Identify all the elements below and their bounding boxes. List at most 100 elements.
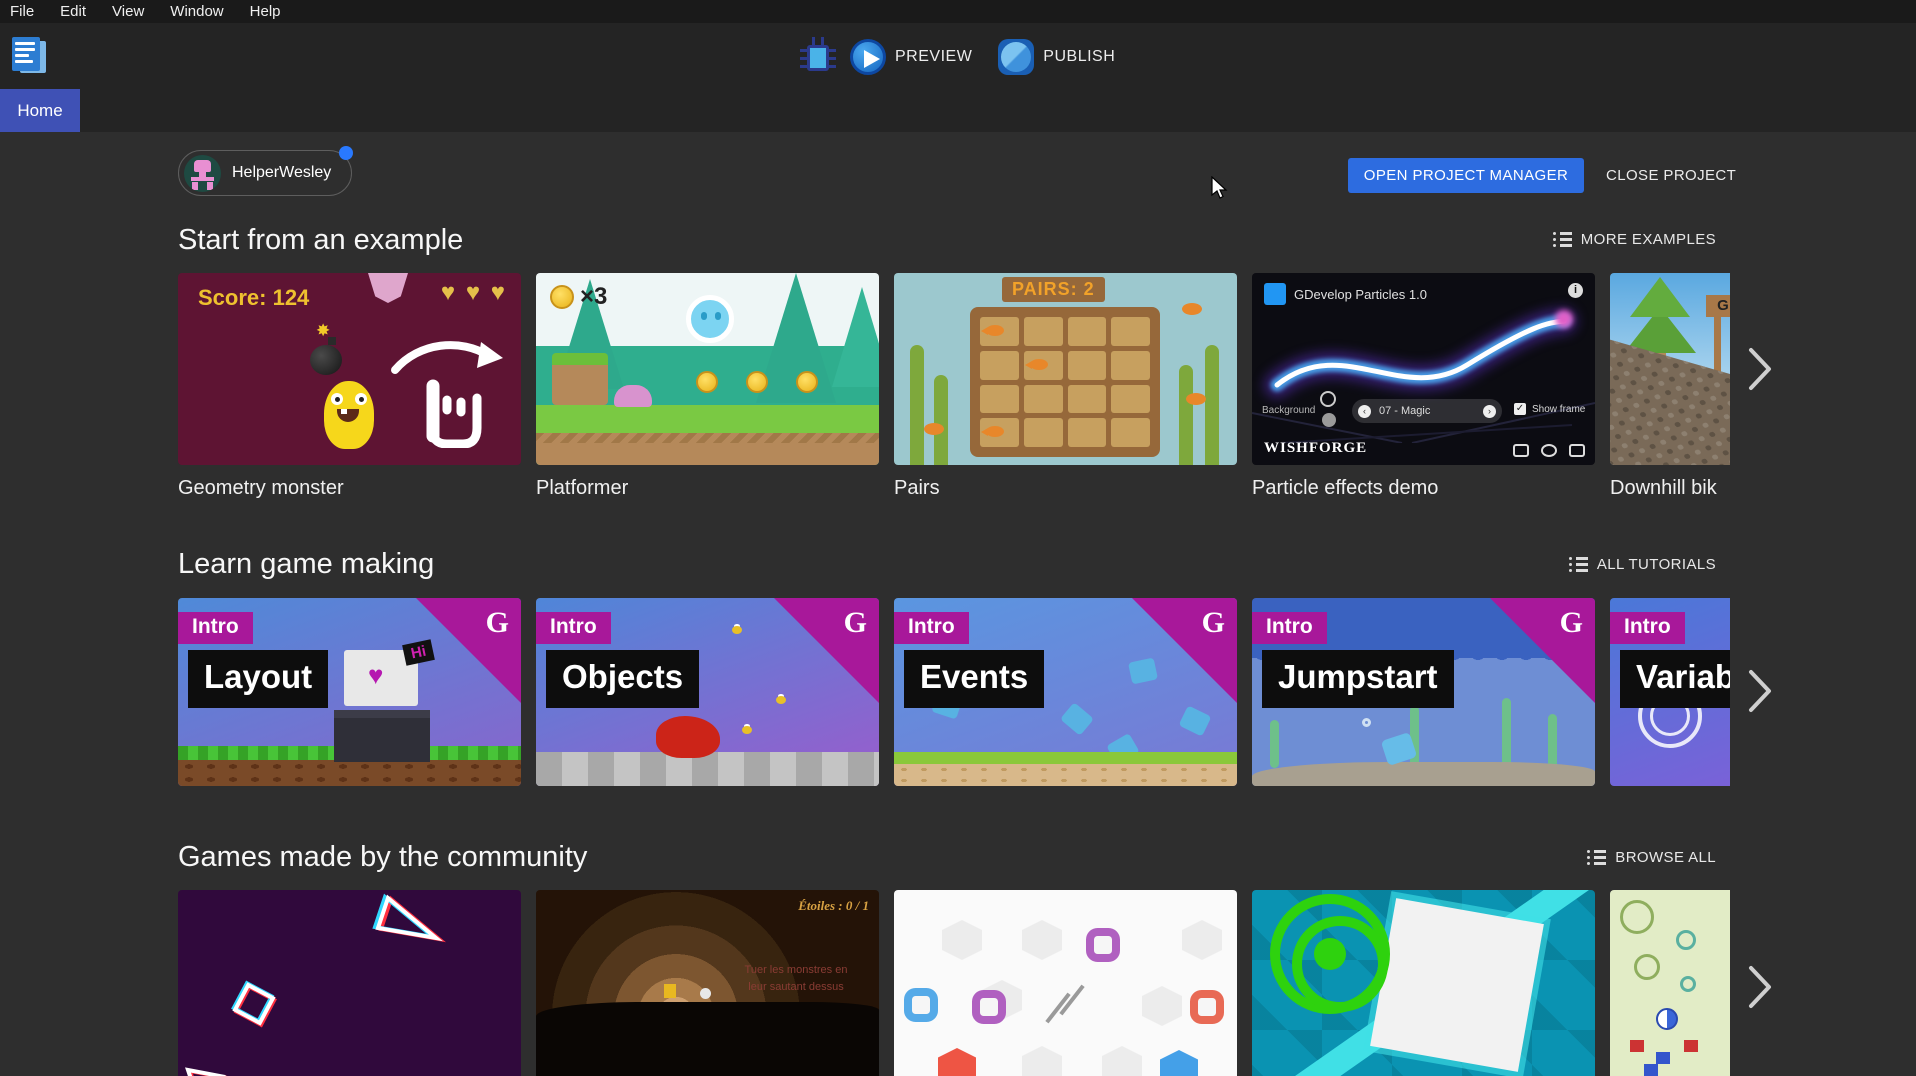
play-icon <box>850 39 886 75</box>
example-card-geometry-monster[interactable]: Score: 124 Geometry monster <box>178 273 521 508</box>
sunset-thumbnail: Étoiles : 0 / 1 Tuer les monstres en leu… <box>536 890 879 1076</box>
globe-icon <box>998 39 1034 75</box>
examples-row: Score: 124 Geometry monster <box>178 273 1730 508</box>
list-icon <box>1553 232 1572 247</box>
next-effect-icon <box>1483 405 1496 418</box>
platform-block <box>552 353 608 405</box>
info-icon <box>1568 283 1583 298</box>
example-card-particle-effects[interactable]: GDevelop Particles 1.0 Background 07 - M… <box>1252 273 1595 508</box>
menu-view[interactable]: View <box>112 3 144 20</box>
player-sprite <box>686 295 734 343</box>
variables-tutorial-thumbnail: +1 G Intro Variab <box>1610 598 1730 786</box>
community-card-teal-arcade[interactable] <box>1252 890 1595 1076</box>
example-card-title: Platformer <box>536 477 879 500</box>
menu-file[interactable]: File <box>10 3 34 20</box>
preview-label: PREVIEW <box>895 48 972 66</box>
youtube-icon <box>1513 444 1529 457</box>
debugger-icon[interactable] <box>800 37 836 77</box>
discord-icon <box>1569 444 1585 457</box>
stars-counter-text: Étoiles : 0 / 1 <box>798 898 869 914</box>
coin-counter: ×3 <box>550 283 607 311</box>
tutorial-card-objects[interactable]: G Intro Objects <box>536 598 879 786</box>
wishforge-logo: WISHFORGE <box>1264 440 1367 457</box>
hearts-icons <box>441 279 507 307</box>
username: HelperWesley <box>232 164 331 182</box>
examples-scroll-right-button[interactable] <box>1738 344 1782 396</box>
pairs-thumbnail: PAIRS: 2 <box>894 273 1237 465</box>
cobblestone-slope <box>1610 337 1730 465</box>
all-tutorials-link[interactable]: ALL TUTORIALS <box>1569 556 1716 573</box>
community-card-bubbles[interactable] <box>1610 890 1730 1076</box>
hint-text: Tuer les monstres en leur sautant dessus <box>736 962 856 995</box>
toolbar: PREVIEW PUBLISH <box>0 23 1916 132</box>
score-text: Score: 124 <box>198 285 309 311</box>
menu-help[interactable]: Help <box>250 3 281 20</box>
community-section-title: Games made by the community <box>178 841 587 874</box>
community-row: Étoiles : 0 / 1 Tuer les monstres en leu… <box>178 890 1730 1076</box>
open-project-manager-button[interactable]: OPEN PROJECT MANAGER <box>1348 158 1584 193</box>
list-icon <box>1569 557 1588 572</box>
tutorial-card-jumpstart[interactable]: G Intro Jumpstart <box>1252 598 1595 786</box>
gdevelop-mini-logo <box>1264 283 1286 305</box>
example-card-title: Geometry monster <box>178 477 521 500</box>
community-card-sunset-platformer[interactable]: Étoiles : 0 / 1 Tuer les monstres en leu… <box>536 890 879 1076</box>
particles-thumbnail: GDevelop Particles 1.0 Background 07 - M… <box>1252 273 1595 465</box>
checkbox-icon <box>1514 403 1526 415</box>
hex-puzzle-thumbnail <box>894 890 1237 1076</box>
menu-bar: File Edit View Window Help <box>0 0 1916 23</box>
twitter-icon <box>1541 444 1557 457</box>
menu-window[interactable]: Window <box>170 3 223 20</box>
sign-post: G <box>1706 295 1730 317</box>
publish-label: PUBLISH <box>1043 48 1115 66</box>
tab-home[interactable]: Home <box>0 89 80 132</box>
preview-button[interactable]: PREVIEW <box>850 39 972 75</box>
tutorials-row: Hi G Intro Layout G Intro Objects <box>178 598 1730 786</box>
gdevelop-logo: G <box>1560 606 1583 640</box>
tutorial-card-events[interactable]: G Intro Events <box>894 598 1237 786</box>
gdevelop-logo: G <box>1202 606 1225 640</box>
list-icon <box>1587 850 1606 865</box>
layout-tutorial-thumbnail: Hi G Intro Layout <box>178 598 521 786</box>
notification-dot <box>339 146 353 160</box>
account-chip[interactable]: HelperWesley <box>178 150 352 196</box>
avatar <box>184 155 221 192</box>
platformer-thumbnail: ×3 <box>536 273 879 465</box>
community-scroll-right-button[interactable] <box>1738 962 1782 1014</box>
gdevelop-logo: G <box>486 606 509 640</box>
prev-effect-icon <box>1358 405 1371 418</box>
tutorial-card-layout[interactable]: Hi G Intro Layout <box>178 598 521 786</box>
example-card-title: Pairs <box>894 477 1237 500</box>
pairs-board <box>970 307 1160 457</box>
geometry-monster-thumbnail: Score: 124 <box>178 273 521 465</box>
bomb-icon <box>310 345 342 375</box>
community-card-neon-shapes[interactable] <box>178 890 521 1076</box>
example-card-title: Downhill bik <box>1610 477 1730 500</box>
objects-tutorial-thumbnail: G Intro Objects <box>536 598 879 786</box>
close-project-button[interactable]: CLOSE PROJECT <box>1594 158 1748 193</box>
example-card-downhill-bike[interactable]: G Downhill bik <box>1610 273 1730 508</box>
mouse-cursor <box>1210 176 1232 202</box>
browse-all-link[interactable]: BROWSE ALL <box>1587 849 1716 866</box>
downhill-thumbnail: G <box>1610 273 1730 465</box>
swipe-hand-icon <box>381 328 511 448</box>
tutorials-section-title: Learn game making <box>178 548 434 581</box>
more-examples-link[interactable]: MORE EXAMPLES <box>1553 231 1716 248</box>
gdevelop-app-icon <box>12 37 48 75</box>
example-card-title: Particle effects demo <box>1252 477 1595 500</box>
example-card-pairs[interactable]: PAIRS: 2 Pairs <box>894 273 1237 508</box>
examples-section-title: Start from an example <box>178 224 463 257</box>
gdevelop-logo: G <box>844 606 867 640</box>
teal-arcade-thumbnail <box>1252 890 1595 1076</box>
menu-edit[interactable]: Edit <box>60 3 86 20</box>
effect-selector: 07 - Magic <box>1352 399 1502 423</box>
events-tutorial-thumbnail: G Intro Events <box>894 598 1237 786</box>
community-card-hex-puzzle[interactable] <box>894 890 1237 1076</box>
gdevelop-home-window: File Edit View Window Help PREVIEW <box>0 0 1916 1076</box>
example-card-platformer[interactable]: ×3 Platformer <box>536 273 879 508</box>
slime-sprite <box>614 385 652 407</box>
tutorial-card-variables[interactable]: +1 G Intro Variab <box>1610 598 1730 786</box>
coin-icon <box>550 285 574 309</box>
publish-button[interactable]: PUBLISH <box>998 39 1115 75</box>
tutorials-scroll-right-button[interactable] <box>1738 666 1782 718</box>
monster-sprite <box>324 381 374 449</box>
